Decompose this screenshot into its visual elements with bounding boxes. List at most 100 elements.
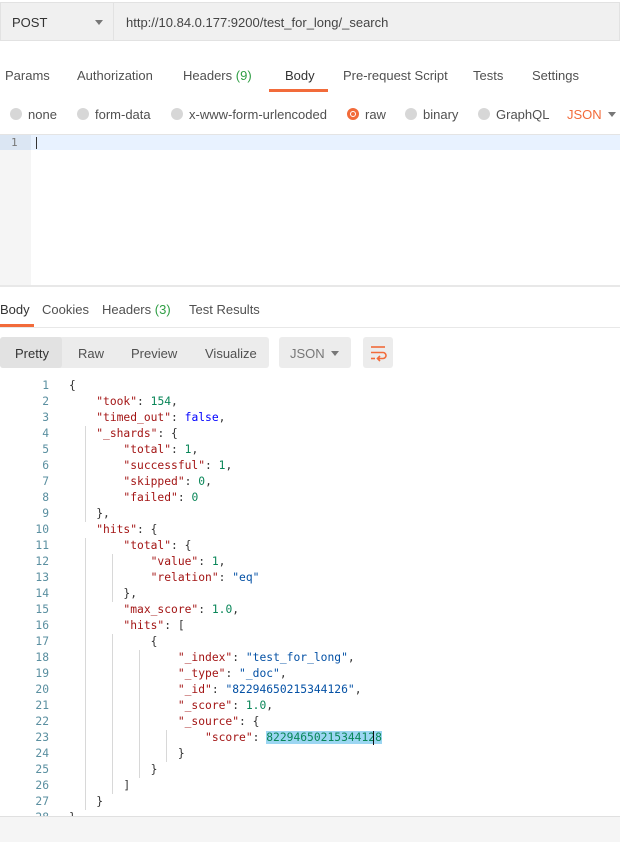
tab-settings[interactable]: Settings bbox=[532, 68, 579, 83]
code-line: 15 "max_score": 1.0, bbox=[0, 602, 620, 618]
code-line-text: "hits": { bbox=[96, 523, 158, 536]
indent-guide bbox=[84, 426, 86, 522]
code-line-number: 4 bbox=[42, 427, 49, 440]
indent-guide bbox=[139, 650, 140, 778]
tab-body[interactable]: Body bbox=[285, 68, 315, 83]
code-line-text: "successful": 1, bbox=[123, 459, 233, 472]
view-pretty-button[interactable]: Pretty bbox=[15, 346, 49, 361]
radio-binary[interactable] bbox=[405, 108, 417, 120]
tab-tests[interactable]: Tests bbox=[473, 68, 503, 83]
code-line: 9 }, bbox=[0, 506, 620, 522]
tab-params[interactable]: Params bbox=[5, 68, 50, 83]
tab-headers[interactable]: Headers (9) bbox=[183, 68, 252, 83]
code-line-text: "value": 1, bbox=[150, 555, 226, 568]
code-line-text: "_id": "82294650215344126", bbox=[177, 683, 362, 696]
radio-raw[interactable] bbox=[347, 108, 359, 120]
response-tab-headers-label: Headers bbox=[102, 302, 152, 317]
code-line-number: 14 bbox=[35, 587, 49, 600]
url-text: http://10.84.0.177:9200/test_for_long/_s… bbox=[126, 15, 389, 30]
code-line-number: 18 bbox=[35, 651, 49, 664]
code-line-number: 23 bbox=[35, 731, 49, 744]
wrap-lines-button[interactable] bbox=[363, 337, 393, 368]
tab-authorization[interactable]: Authorization bbox=[77, 68, 153, 83]
body-type-options: none form-data x-www-form-urlencoded raw… bbox=[0, 100, 620, 128]
indent-guide bbox=[111, 554, 113, 602]
editor-gutter bbox=[0, 135, 31, 285]
code-line-number: 21 bbox=[35, 699, 49, 712]
code-line-number: 24 bbox=[35, 747, 49, 760]
radio-binary-label[interactable]: binary bbox=[423, 107, 458, 122]
code-line: 21 "_score": 1.0, bbox=[0, 698, 620, 714]
code-line: 11 "total": { bbox=[0, 538, 620, 554]
pane-divider[interactable] bbox=[0, 285, 620, 287]
code-line: 22 "_source": { bbox=[0, 714, 620, 730]
code-line-text: { bbox=[69, 379, 76, 392]
code-line-text: "took": 154, bbox=[96, 395, 178, 408]
code-line-number: 22 bbox=[35, 715, 49, 728]
chevron-down-icon bbox=[95, 20, 103, 25]
code-line-text: "_type": "_doc", bbox=[177, 667, 287, 680]
view-mode-bar: Pretty Raw Preview Visualize bbox=[0, 337, 269, 368]
indent-guide bbox=[166, 730, 168, 762]
response-body-viewer[interactable]: 1{2 "took": 154, 3 "timed_out": false, 4 "… bbox=[0, 378, 620, 816]
status-footer bbox=[0, 816, 620, 842]
code-line-number: 13 bbox=[35, 571, 49, 584]
method-label: POST bbox=[12, 15, 48, 30]
code-line: 23 "score": 82294650215344128 bbox=[0, 730, 620, 746]
code-line-text: "hits": [ bbox=[123, 619, 185, 632]
code-line: 1{ bbox=[0, 378, 620, 394]
code-line-number: 17 bbox=[35, 635, 49, 648]
request-body-editor[interactable]: 1 bbox=[0, 134, 620, 285]
code-line-number: 10 bbox=[35, 523, 49, 536]
method-select[interactable]: POST bbox=[0, 2, 114, 41]
code-line: 20 "_id": "82294650215344126", bbox=[0, 682, 620, 698]
code-line: 8 "failed": 0 bbox=[0, 490, 620, 506]
code-line-text: }, bbox=[69, 587, 138, 600]
radio-urlencoded-label[interactable]: x-www-form-urlencoded bbox=[189, 107, 327, 122]
code-line-number: 20 bbox=[35, 683, 49, 696]
code-line: 2 "took": 154, bbox=[0, 394, 620, 410]
view-visualize-button[interactable]: Visualize bbox=[205, 346, 257, 361]
text-cursor bbox=[373, 731, 374, 745]
radio-urlencoded[interactable] bbox=[171, 108, 183, 120]
code-line-text: } bbox=[69, 795, 104, 808]
code-line-text: "timed_out": false, bbox=[96, 411, 226, 424]
language-select[interactable]: JSON bbox=[567, 107, 602, 122]
response-tab-cookies[interactable]: Cookies bbox=[42, 302, 89, 317]
radio-form-data-label[interactable]: form-data bbox=[95, 107, 151, 122]
active-response-tab-indicator bbox=[0, 324, 34, 327]
code-line-text: "skipped": 0, bbox=[123, 475, 212, 488]
response-tab-test-results[interactable]: Test Results bbox=[189, 302, 260, 317]
active-tab-indicator bbox=[269, 89, 328, 92]
code-line-text: "score": 82294650215344128 bbox=[205, 731, 382, 744]
response-tabs: Body Cookies Headers (3) Test Results bbox=[0, 297, 620, 328]
code-line-number: 6 bbox=[42, 459, 49, 472]
code-line: 18 "_index": "test_for_long", bbox=[0, 650, 620, 666]
code-line: 13 "relation": "eq" bbox=[0, 570, 620, 586]
code-line: 3 "timed_out": false, bbox=[0, 410, 620, 426]
radio-graphql-label[interactable]: GraphQL bbox=[496, 107, 549, 122]
view-raw-button[interactable]: Raw bbox=[78, 346, 104, 361]
view-preview-button[interactable]: Preview bbox=[131, 346, 177, 361]
radio-graphql[interactable] bbox=[478, 108, 490, 120]
wrap-lines-icon bbox=[371, 346, 387, 362]
tab-prerequest-script[interactable]: Pre-request Script bbox=[343, 68, 448, 83]
code-line-text: "max_score": 1.0, bbox=[123, 603, 240, 616]
code-line-number: 26 bbox=[35, 779, 49, 792]
code-line-number: 2 bbox=[42, 395, 49, 408]
format-select[interactable]: JSON bbox=[279, 337, 351, 368]
radio-raw-label[interactable]: raw bbox=[365, 107, 386, 122]
radio-form-data[interactable] bbox=[77, 108, 89, 120]
chevron-down-icon bbox=[331, 351, 339, 356]
response-tab-body[interactable]: Body bbox=[0, 302, 30, 317]
request-tabs: Params Authorization Headers (9) Body Pr… bbox=[0, 55, 620, 93]
code-line-text: "total": 1, bbox=[123, 443, 199, 456]
radio-none[interactable] bbox=[10, 108, 22, 120]
url-input[interactable]: http://10.84.0.177:9200/test_for_long/_s… bbox=[114, 2, 620, 41]
code-line: 6 "successful": 1, bbox=[0, 458, 620, 474]
chevron-down-icon[interactable] bbox=[608, 112, 616, 117]
code-line: 17 { bbox=[0, 634, 620, 650]
response-tab-headers[interactable]: Headers (3) bbox=[102, 302, 171, 317]
radio-none-label[interactable]: none bbox=[28, 107, 57, 122]
code-line-number: 15 bbox=[35, 603, 49, 616]
